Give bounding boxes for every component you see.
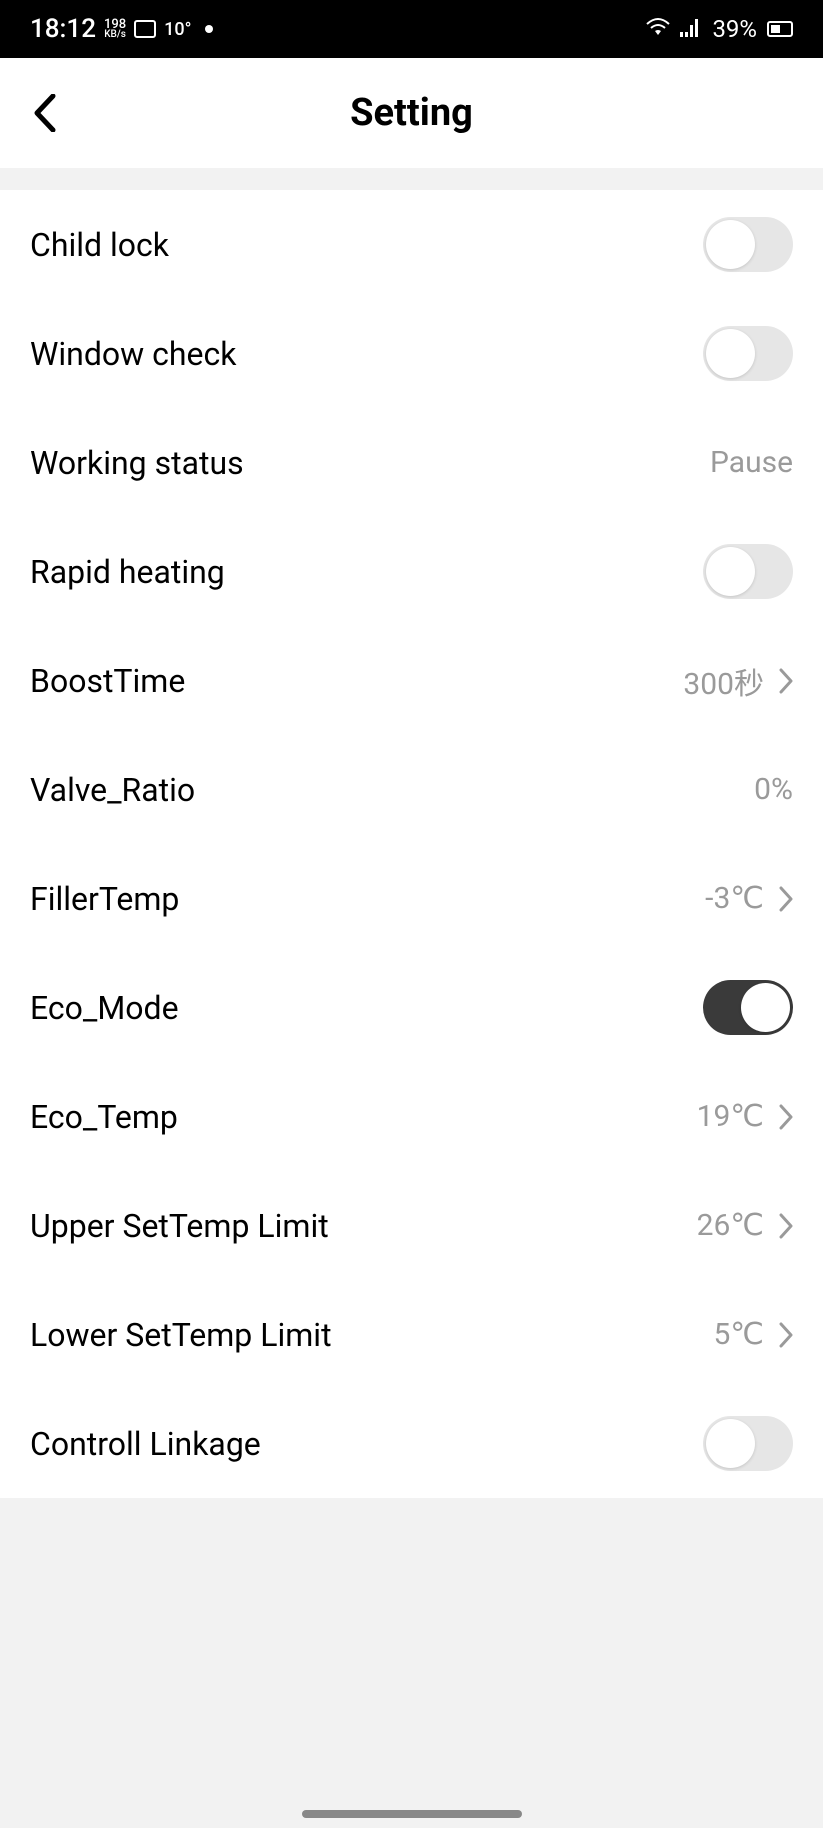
row-value: 300秒 [683,659,764,703]
chevron-right-icon [779,1104,793,1130]
section-spacer [0,168,823,190]
row-value: 5℃ [713,1317,764,1352]
row-label: Controll Linkage [30,1425,261,1463]
row-rapid-heating[interactable]: Rapid heating [0,517,823,626]
row-value: Pause [710,445,793,480]
controll-linkage-toggle[interactable] [703,1416,793,1471]
row-filler-temp[interactable]: FillerTemp -3℃ [0,844,823,953]
row-label: Rapid heating [30,553,225,591]
status-right: 39% [646,15,793,43]
status-temp: 10° [164,19,191,40]
window-check-toggle[interactable] [703,326,793,381]
network-speed: 198 KB/s [104,19,126,40]
row-label: Eco_Temp [30,1098,178,1136]
page-header: Setting [0,58,823,168]
row-window-check[interactable]: Window check [0,299,823,408]
row-label: BoostTime [30,662,185,700]
status-bar: 18:12 198 KB/s 10° 39% [0,0,823,58]
row-label: Valve_Ratio [30,771,195,809]
row-eco-mode[interactable]: Eco_Mode [0,953,823,1062]
row-label: Child lock [30,226,169,264]
chevron-right-icon [779,1213,793,1239]
row-label: Upper SetTemp Limit [30,1207,329,1245]
row-value: 26℃ [697,1208,764,1243]
signal-icon [680,15,702,43]
battery-icon [767,21,793,37]
status-time: 18:12 [30,14,96,44]
row-eco-temp[interactable]: Eco_Temp 19℃ [0,1062,823,1171]
settings-list: Child lock Window check Working status P… [0,190,823,1498]
chevron-right-icon [779,1322,793,1348]
row-child-lock[interactable]: Child lock [0,190,823,299]
child-lock-toggle[interactable] [703,217,793,272]
row-value: -3℃ [705,881,764,916]
wifi-icon [646,15,670,43]
row-label: Working status [30,444,244,482]
home-indicator[interactable] [302,1810,522,1818]
back-button[interactable] [25,93,65,133]
page-title: Setting [0,91,823,135]
rapid-heating-toggle[interactable] [703,544,793,599]
row-upper-limit[interactable]: Upper SetTemp Limit 26℃ [0,1171,823,1280]
row-label: Eco_Mode [30,989,179,1027]
chevron-right-icon [779,668,793,694]
row-label: Lower SetTemp Limit [30,1316,332,1354]
eco-mode-toggle[interactable] [703,980,793,1035]
row-value: 0% [754,772,793,807]
battery-pct: 39% [712,15,757,43]
row-lower-limit[interactable]: Lower SetTemp Limit 5℃ [0,1280,823,1389]
chevron-left-icon [33,94,57,132]
notification-dot-icon [205,25,213,33]
row-controll-linkage[interactable]: Controll Linkage [0,1389,823,1498]
row-label: FillerTemp [30,880,179,918]
row-working-status[interactable]: Working status Pause [0,408,823,517]
status-left: 18:12 198 KB/s 10° [30,14,213,44]
row-label: Window check [30,335,236,373]
chevron-right-icon [779,886,793,912]
row-value: 19℃ [697,1099,764,1134]
row-valve-ratio[interactable]: Valve_Ratio 0% [0,735,823,844]
row-boost-time[interactable]: BoostTime 300秒 [0,626,823,735]
image-icon [134,20,156,38]
